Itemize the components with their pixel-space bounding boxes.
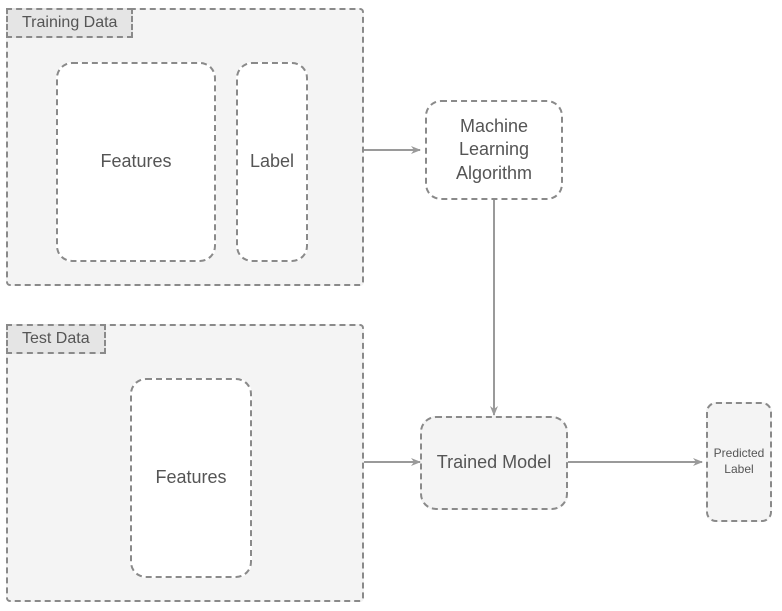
predicted-label-box: Predicted Label <box>706 402 772 522</box>
predicted-label-label: Predicted Label <box>714 446 765 477</box>
training-data-container: Training Data Features Label <box>6 8 364 286</box>
test-data-tag: Test Data <box>6 324 106 354</box>
algorithm-box: Machine Learning Algorithm <box>425 100 563 200</box>
algorithm-label: Machine Learning Algorithm <box>456 115 532 185</box>
training-features-box: Features <box>56 62 216 262</box>
test-data-tag-label: Test Data <box>22 330 90 347</box>
training-data-tag-label: Training Data <box>22 14 117 31</box>
training-label-box: Label <box>236 62 308 262</box>
training-label-label: Label <box>250 150 294 173</box>
test-data-container: Test Data Features <box>6 324 364 602</box>
test-features-box: Features <box>130 378 252 578</box>
trained-model-label: Trained Model <box>437 451 551 474</box>
test-features-label: Features <box>155 466 226 489</box>
trained-model-box: Trained Model <box>420 416 568 510</box>
diagram-canvas: Training Data Features Label Test Data F… <box>0 0 782 611</box>
training-data-tag: Training Data <box>6 8 133 38</box>
training-features-label: Features <box>100 150 171 173</box>
